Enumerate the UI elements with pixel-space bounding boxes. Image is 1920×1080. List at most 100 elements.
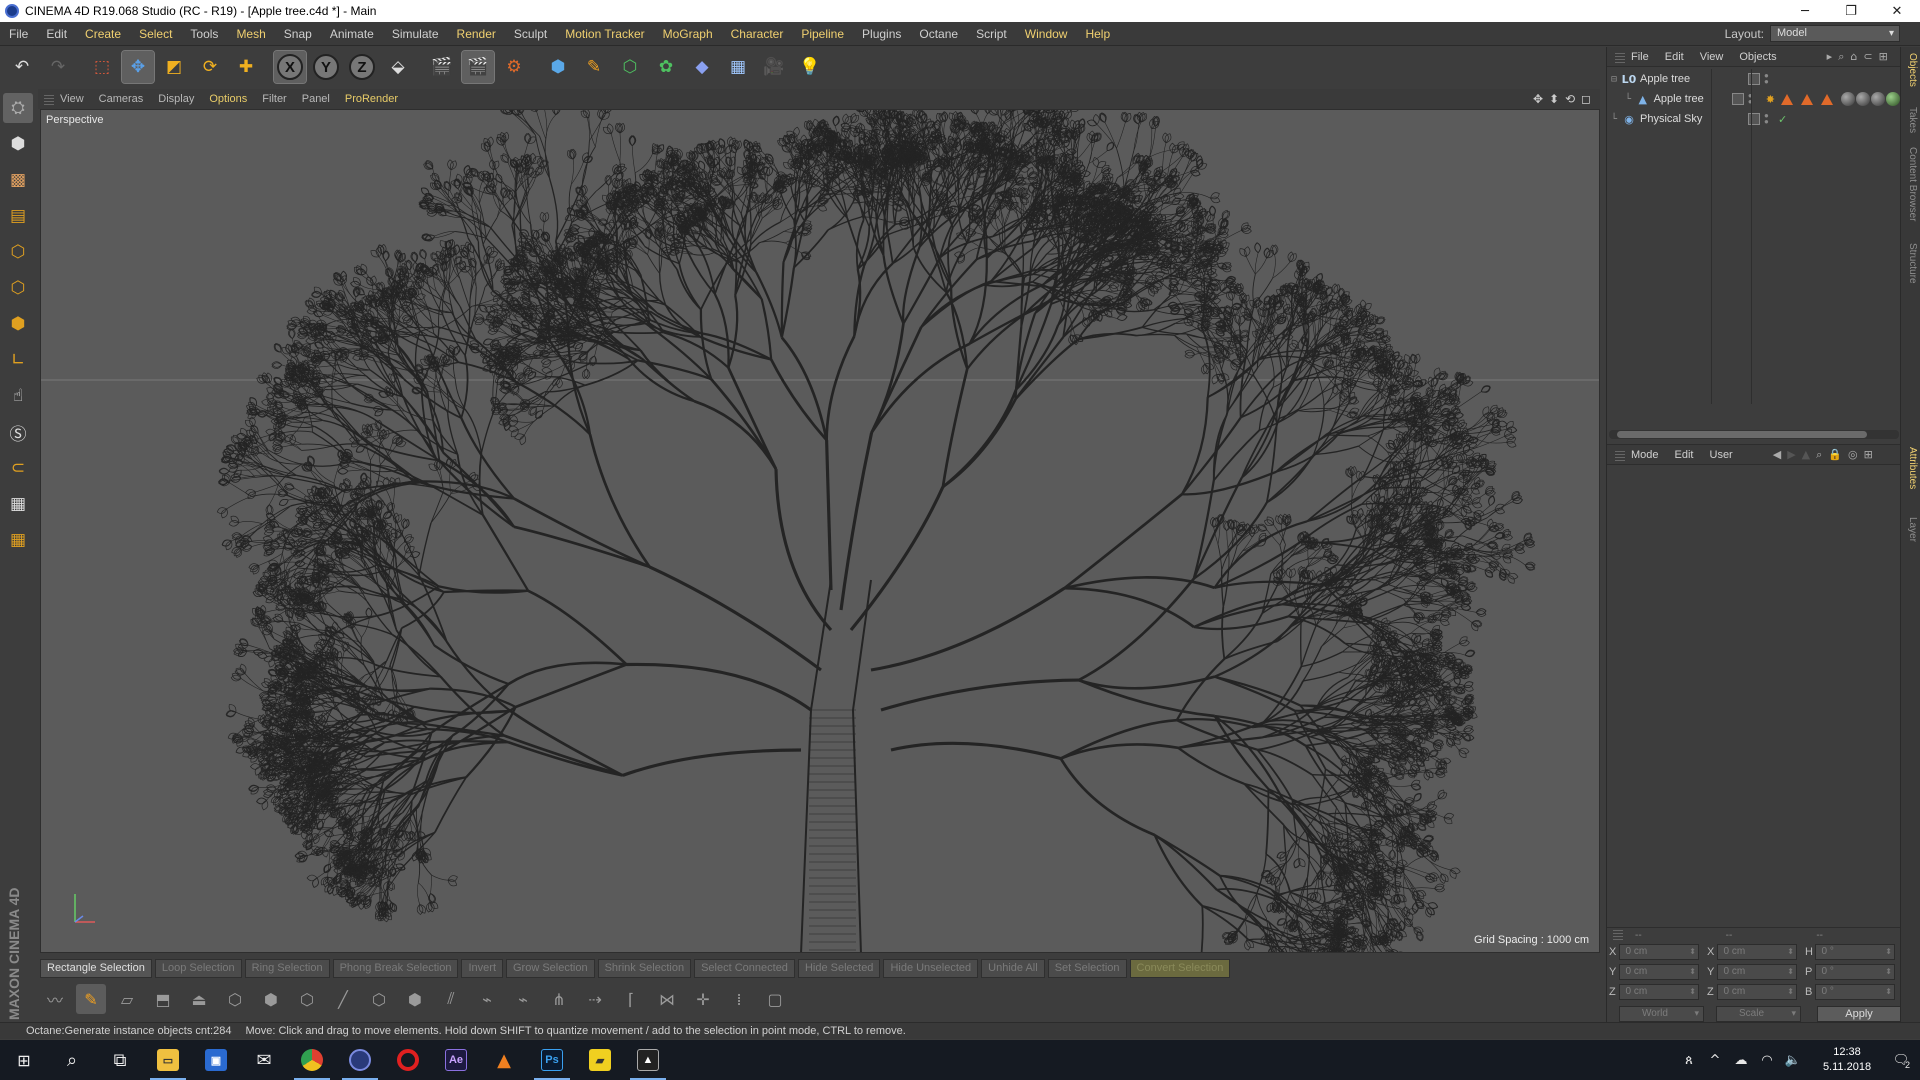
menu-mesh[interactable]: Mesh — [227, 27, 274, 41]
viewport-menu-view[interactable]: View — [60, 93, 84, 105]
cloner-icon[interactable]: ✿ — [650, 51, 682, 83]
up-arrow-icon[interactable]: ▲ — [1802, 448, 1810, 461]
list-item[interactable]: └ ▲ Apple tree ● ● ✸ — [1607, 89, 1901, 109]
vlc-icon[interactable]: ▲ — [480, 1040, 528, 1080]
texture-tag-icon[interactable] — [1886, 92, 1901, 106]
menu-create[interactable]: Create — [76, 27, 130, 41]
tab-objects[interactable]: Objects — [1904, 53, 1918, 87]
solo-icon[interactable]: ▦ — [3, 525, 33, 555]
home-icon[interactable]: ⌂ — [1850, 50, 1857, 63]
array-icon[interactable]: ⁞ — [724, 984, 754, 1014]
notifications-icon[interactable]: 🗨 2 — [1888, 1053, 1914, 1070]
tab-content-browser[interactable]: Content Browser — [1904, 147, 1918, 221]
search-icon[interactable]: ⌕ — [1816, 448, 1822, 462]
am-menu-user[interactable]: User — [1710, 449, 1733, 461]
scroll-thumb[interactable] — [1617, 431, 1867, 438]
undo-button[interactable]: ↶ — [6, 51, 38, 83]
link-icon[interactable]: ⊂ — [1863, 50, 1872, 63]
weld-icon[interactable]: ⬡ — [292, 984, 322, 1014]
brush-icon[interactable]: ▱ — [112, 984, 142, 1014]
phong-tag-icon[interactable]: ✸ — [1766, 93, 1775, 106]
tab-layer[interactable]: Layer — [1904, 517, 1918, 542]
rot-h-field[interactable]: 0 ° — [1814, 944, 1895, 960]
workplane-lock-icon[interactable]: ▦ — [3, 489, 33, 519]
start-button[interactable]: ⊞ — [0, 1040, 48, 1080]
menu-character[interactable]: Character — [722, 27, 793, 41]
convert-selection-button[interactable]: Convert Selection — [1129, 958, 1231, 978]
orbit-icon[interactable]: ⟲ — [1562, 92, 1578, 106]
search-icon[interactable]: ⌕ — [48, 1040, 96, 1080]
clock[interactable]: 12:38 5.11.2018 — [1812, 1045, 1882, 1075]
enable-snap-icon[interactable]: ⊂ — [3, 453, 33, 483]
grow-selection-button[interactable]: Grow Selection — [506, 958, 595, 978]
texture-mode-icon[interactable]: ▩ — [3, 165, 33, 195]
grip-handle[interactable] — [44, 93, 54, 105]
phong-break-selection-button[interactable]: Phong Break Selection — [332, 958, 459, 978]
rot-p-field[interactable]: 0 ° — [1814, 964, 1895, 980]
loop-selection-button[interactable]: Loop Selection — [154, 958, 242, 978]
invert-button[interactable]: Invert — [461, 958, 503, 978]
slide-icon[interactable]: ⇢ — [580, 984, 610, 1014]
x-axis-lock[interactable]: X — [273, 50, 307, 84]
photos-icon[interactable]: ▲ — [624, 1040, 672, 1080]
axis-mode-icon[interactable]: ∟ — [3, 345, 33, 375]
size-mode-dropdown[interactable]: Scale — [1716, 1006, 1802, 1022]
back-arrow-icon[interactable]: ◀ — [1773, 448, 1781, 461]
layer-dots-icon[interactable]: ● ● — [1764, 112, 1770, 126]
model-mode-icon[interactable]: ⬢ — [3, 129, 33, 159]
store-icon[interactable]: ▣ — [192, 1040, 240, 1080]
texture-tag-icon[interactable] — [1856, 92, 1871, 106]
menu-simulate[interactable]: Simulate — [383, 27, 448, 41]
rectangle-selection-button[interactable]: Rectangle Selection — [40, 958, 152, 978]
deformer-icon[interactable]: ◆ — [686, 51, 718, 83]
grip-handle[interactable] — [1615, 50, 1625, 63]
chrome-icon[interactable] — [288, 1040, 336, 1080]
after-effects-icon[interactable]: Ae — [432, 1040, 480, 1080]
sticky-notes-icon[interactable]: ▰ — [576, 1040, 624, 1080]
subdivision-icon[interactable]: ⬡ — [614, 51, 646, 83]
hide-unselected-button[interactable]: Hide Unselected — [883, 958, 979, 978]
pos-y-field[interactable]: 0 cm — [1618, 964, 1699, 980]
cinema4d-taskbar-icon[interactable] — [336, 1040, 384, 1080]
extrude-icon[interactable]: ⬒ — [148, 984, 178, 1014]
grip-handle[interactable] — [1613, 930, 1623, 940]
minimize-button[interactable]: ─ — [1782, 4, 1828, 19]
size-z-field[interactable]: 0 cm — [1716, 984, 1797, 1000]
file-explorer-icon[interactable]: ▭ — [144, 1040, 192, 1080]
pos-x-field[interactable]: 0 cm — [1618, 944, 1699, 960]
list-item[interactable]: └ ◉ Physical Sky ● ● ✓ — [1607, 109, 1901, 129]
floor-icon[interactable]: ▦ — [722, 51, 754, 83]
viewport-menu-panel[interactable]: Panel — [302, 93, 330, 105]
tab-attributes[interactable]: Attributes — [1904, 447, 1918, 489]
maximize-button[interactable]: ❐ — [1828, 4, 1874, 19]
onedrive-icon[interactable]: ☁ — [1728, 1053, 1754, 1068]
scale-tool-icon[interactable]: ◩ — [158, 51, 190, 83]
redo-button[interactable]: ↷ — [42, 51, 74, 83]
set-selection-button[interactable]: Set Selection — [1047, 958, 1127, 978]
iron-icon[interactable]: ⌁ — [472, 984, 502, 1014]
y-axis-lock[interactable]: Y — [310, 51, 342, 83]
move-tool-icon[interactable]: ✥ — [121, 50, 155, 84]
menu-animate[interactable]: Animate — [321, 27, 383, 41]
extrude-inner-icon[interactable]: ⏏ — [184, 984, 214, 1014]
photoshop-icon[interactable]: Ps — [528, 1040, 576, 1080]
horizontal-scrollbar[interactable] — [1609, 430, 1899, 439]
material-tag-icon[interactable] — [1801, 93, 1814, 105]
edit-render-settings-icon[interactable]: ⚙ — [498, 51, 530, 83]
texture-tag-icon[interactable] — [1871, 92, 1886, 106]
om-menu-file[interactable]: File — [1631, 51, 1649, 63]
camera-icon[interactable]: 🎥 — [758, 51, 790, 83]
viewport-menu-prorender[interactable]: ProRender — [345, 93, 398, 105]
rot-b-field[interactable]: 0 ° — [1814, 984, 1895, 1000]
menu-select[interactable]: Select — [130, 27, 181, 41]
menu-help[interactable]: Help — [1076, 27, 1119, 41]
maximize-viewport-icon[interactable]: ◻ — [1578, 92, 1594, 106]
pen-spline-icon[interactable]: ✎ — [578, 51, 610, 83]
om-menu-edit[interactable]: Edit — [1665, 51, 1684, 63]
rotate-tool-icon[interactable]: ⟳ — [194, 51, 226, 83]
z-axis-lock[interactable]: Z — [346, 51, 378, 83]
menu-octane[interactable]: Octane — [910, 27, 967, 41]
forward-arrow-icon[interactable]: ▶ — [1787, 448, 1795, 461]
search-icon[interactable]: ⌕ — [1838, 50, 1844, 64]
am-menu-mode[interactable]: Mode — [1631, 449, 1659, 461]
